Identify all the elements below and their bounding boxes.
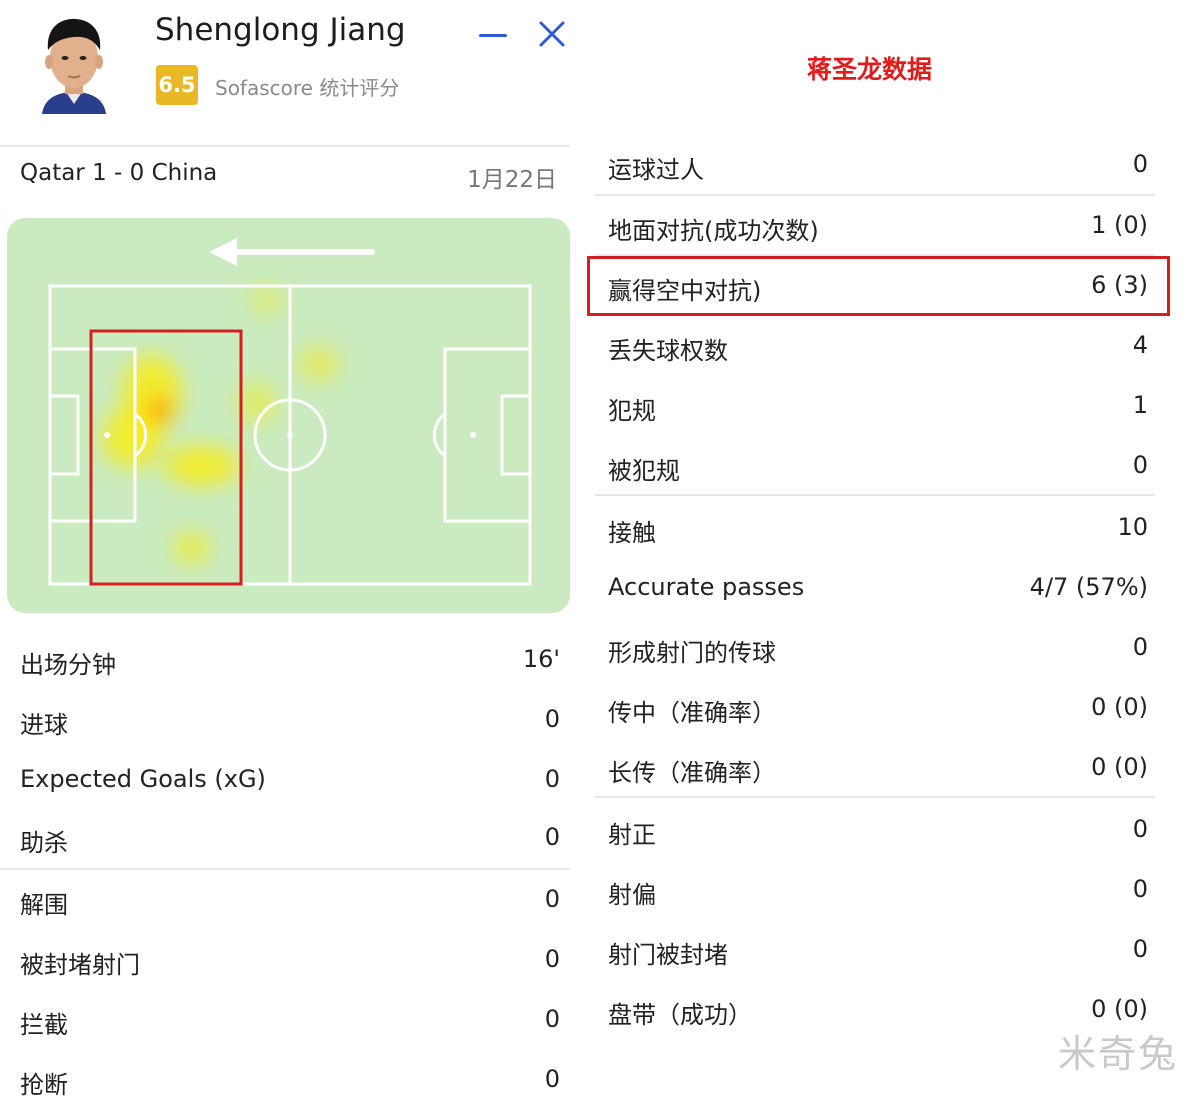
stat-value: 0 (0) bbox=[1091, 753, 1148, 781]
header-divider bbox=[0, 145, 570, 147]
stat-value: 0 bbox=[1132, 935, 1148, 963]
stat-row-was-fouled: 被犯规 0 bbox=[608, 451, 1148, 491]
stat-value: 0 bbox=[544, 705, 560, 733]
stat-row-blocked-shots: 被封堵射门 0 bbox=[20, 945, 560, 985]
stat-label: 解围 bbox=[20, 891, 68, 919]
stat-row-goals: 进球 0 bbox=[20, 705, 560, 745]
stat-row-shots-on-target: 射正 0 bbox=[608, 815, 1148, 855]
stat-label: 赢得空中对抗) bbox=[608, 277, 762, 305]
stat-row-shots-off-target: 射偏 0 bbox=[608, 875, 1148, 915]
stat-value: 1 (0) bbox=[1091, 211, 1148, 239]
stat-value: 0 (0) bbox=[1091, 693, 1148, 721]
stat-label: 犯规 bbox=[608, 397, 656, 425]
rating-badge: 6.5 bbox=[156, 65, 198, 105]
stat-value: 0 (0) bbox=[1091, 995, 1148, 1023]
stat-value: 0 bbox=[1132, 451, 1148, 479]
stat-row-aerial-duels: 赢得空中对抗) 6 (3) bbox=[608, 271, 1148, 311]
stat-label: 传中（准确率） bbox=[608, 699, 776, 727]
stat-value: 0 bbox=[1132, 150, 1148, 178]
stat-row-touches: 接触 10 bbox=[608, 513, 1148, 553]
section-divider bbox=[595, 494, 1155, 496]
stat-label: 盘带（成功） bbox=[608, 1001, 752, 1029]
section-divider bbox=[0, 868, 570, 870]
stat-value: 0 bbox=[1132, 815, 1148, 843]
stat-label: Accurate passes bbox=[608, 573, 805, 601]
minimize-button[interactable] bbox=[478, 24, 508, 46]
stat-row-long-balls: 长传（准确率） 0 (0) bbox=[608, 753, 1148, 793]
stat-row-shots-blocked: 射门被封堵 0 bbox=[608, 935, 1148, 975]
stat-row-tackles: 抢断 0 bbox=[20, 1065, 560, 1105]
stat-value: 16' bbox=[522, 645, 560, 673]
stat-row-crosses: 传中（准确率） 0 (0) bbox=[608, 693, 1148, 733]
stat-label: 被封堵射门 bbox=[20, 951, 140, 979]
match-title: Qatar 1 - 0 China bbox=[20, 160, 218, 186]
stat-label: 助杀 bbox=[20, 829, 68, 857]
detailed-stats-panel: 蒋圣龙数据 运球过人 0 地面对抗(成功次数) 1 (0) 赢得空中对抗) 6 … bbox=[587, 0, 1170, 1100]
player-avatar bbox=[28, 10, 120, 114]
stat-value: 6 (3) bbox=[1091, 271, 1148, 299]
stat-row-assists: 助杀 0 bbox=[20, 823, 560, 863]
stat-row-ground-duels: 地面对抗(成功次数) 1 (0) bbox=[608, 211, 1148, 251]
stat-label: 射正 bbox=[608, 821, 656, 849]
stat-label: 接触 bbox=[608, 519, 656, 547]
stat-label: 出场分钟 bbox=[20, 651, 116, 679]
row-divider bbox=[595, 194, 1155, 196]
stat-value: 0 bbox=[544, 765, 560, 793]
stat-value: 0 bbox=[544, 885, 560, 913]
stat-row-key-passes: 形成射门的传球 0 bbox=[608, 633, 1148, 673]
stat-value: 4 bbox=[1132, 331, 1148, 359]
stat-label: 抢断 bbox=[20, 1071, 68, 1099]
stat-row-dribbled-past: 运球过人 0 bbox=[608, 150, 1148, 190]
stat-row-clearances: 解围 0 bbox=[20, 885, 560, 925]
player-stats-card: Shenglong Jiang 6.5 Sofascore 统计评分 Qatar… bbox=[0, 0, 575, 1100]
stat-label: 运球过人 bbox=[608, 156, 704, 184]
match-date: 1月22日 bbox=[467, 167, 557, 193]
stat-value: 0 bbox=[544, 945, 560, 973]
stat-label: 地面对抗(成功次数) bbox=[608, 217, 819, 245]
stat-value: 0 bbox=[544, 1065, 560, 1093]
stat-value: 0 bbox=[1132, 875, 1148, 903]
watermark: 米奇兔 bbox=[1057, 1032, 1178, 1076]
stat-label: 被犯规 bbox=[608, 457, 680, 485]
panel-title: 蒋圣龙数据 bbox=[807, 55, 933, 84]
stat-label: 射偏 bbox=[608, 881, 656, 909]
stat-value: 0 bbox=[544, 1005, 560, 1033]
rating-source: Sofascore 统计评分 bbox=[215, 76, 400, 100]
stat-label: 丢失球权数 bbox=[608, 337, 728, 365]
stat-value: 10 bbox=[1117, 513, 1148, 541]
stat-label: 进球 bbox=[20, 711, 68, 739]
close-button[interactable] bbox=[536, 18, 568, 50]
stat-value: 1 bbox=[1132, 391, 1148, 419]
stat-row-possession-lost: 丢失球权数 4 bbox=[608, 331, 1148, 371]
stat-value: 4/7 (57%) bbox=[1029, 573, 1148, 601]
player-name: Shenglong Jiang bbox=[155, 12, 406, 48]
stat-value: 0 bbox=[1132, 633, 1148, 661]
stat-label: 形成射门的传球 bbox=[608, 639, 776, 667]
stat-row-minutes: 出场分钟 16' bbox=[20, 645, 560, 685]
section-divider bbox=[595, 796, 1155, 798]
heatmap-pitch bbox=[7, 218, 570, 613]
stat-label: Expected Goals (xG) bbox=[20, 765, 266, 793]
stat-label: 射门被封堵 bbox=[608, 941, 728, 969]
close-icon bbox=[539, 21, 565, 47]
stat-row-accurate-passes: Accurate passes 4/7 (57%) bbox=[608, 573, 1148, 613]
stat-value: 0 bbox=[544, 823, 560, 851]
stat-row-fouls: 犯规 1 bbox=[608, 391, 1148, 431]
stat-row-xg: Expected Goals (xG) 0 bbox=[20, 765, 560, 805]
stat-label: 拦截 bbox=[20, 1011, 68, 1039]
stat-label: 长传（准确率） bbox=[608, 759, 776, 787]
stat-row-interceptions: 拦截 0 bbox=[20, 1005, 560, 1045]
